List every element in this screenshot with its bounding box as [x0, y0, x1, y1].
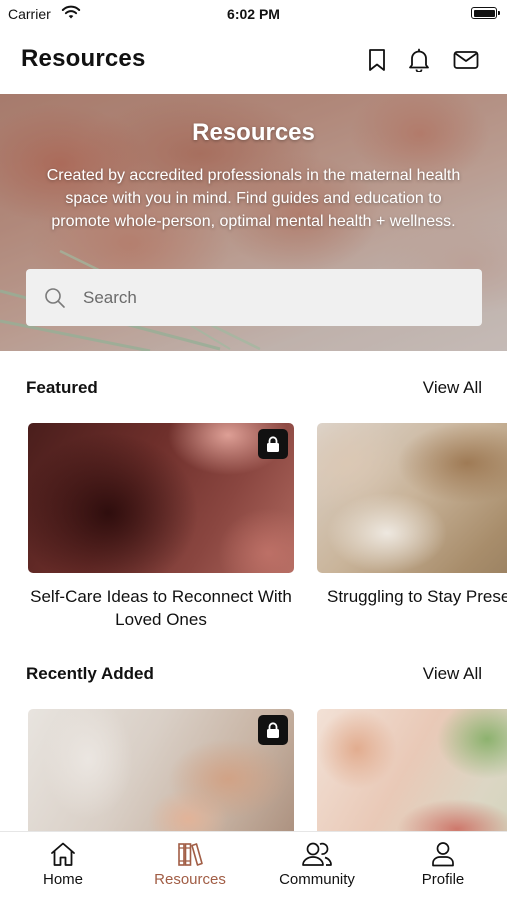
hero-description: Created by accredited professionals in t… — [46, 167, 461, 230]
tab-label: Resources — [154, 871, 226, 888]
card-image — [317, 423, 507, 573]
tab-bar: Home Resources Community Profile — [0, 831, 507, 900]
tab-label: Profile — [421, 871, 465, 888]
card-title: Struggling to Stay Present? Journal Prom… — [327, 587, 507, 606]
bell-icon[interactable] — [406, 47, 432, 73]
envelope-icon[interactable] — [453, 47, 479, 73]
tab-home[interactable]: Home — [8, 840, 118, 894]
people-icon — [262, 840, 372, 868]
battery-icon — [471, 7, 500, 19]
featured-card-self-care[interactable]: Self-Care Ideas to Reconnect With Loved … — [28, 423, 294, 638]
tab-profile[interactable]: Profile — [388, 840, 498, 894]
status-bar: Carrier 6:02 PM — [0, 0, 507, 30]
featured-card-journal-prompts[interactable]: Struggling to Stay Present? Journal Prom… — [317, 423, 507, 638]
recent-card-child[interactable] — [28, 709, 294, 831]
featured-heading: Featured — [26, 378, 98, 397]
page-title: Resources — [21, 45, 146, 72]
search-icon — [45, 287, 65, 308]
search-placeholder: Search — [83, 287, 137, 307]
card-image — [28, 423, 294, 573]
books-icon — [135, 840, 245, 868]
recently-added-heading: Recently Added — [26, 664, 154, 683]
tab-label: Home — [42, 871, 83, 888]
tab-resources[interactable]: Resources — [135, 840, 245, 894]
recent-card-salad[interactable] — [317, 709, 507, 831]
hero-title: Resources — [192, 119, 315, 146]
status-time: 6:02 PM — [227, 6, 280, 22]
lock-icon — [258, 715, 288, 745]
app-header: Resources — [0, 30, 507, 94]
hero-banner: Resources Created by accredited professi… — [0, 94, 507, 351]
recently-added-view-all-link[interactable]: View All — [423, 664, 482, 684]
card-image — [317, 709, 507, 831]
card-image — [28, 709, 294, 831]
search-input[interactable]: Search — [26, 269, 482, 326]
person-icon — [388, 840, 498, 868]
card-title: Self-Care Ideas to Reconnect With Loved … — [30, 587, 292, 629]
tab-label: Community — [279, 871, 355, 888]
home-icon — [8, 840, 118, 868]
lock-icon — [258, 429, 288, 459]
bookmark-icon[interactable] — [364, 47, 390, 73]
tab-community[interactable]: Community — [262, 840, 372, 894]
featured-view-all-link[interactable]: View All — [423, 378, 482, 398]
